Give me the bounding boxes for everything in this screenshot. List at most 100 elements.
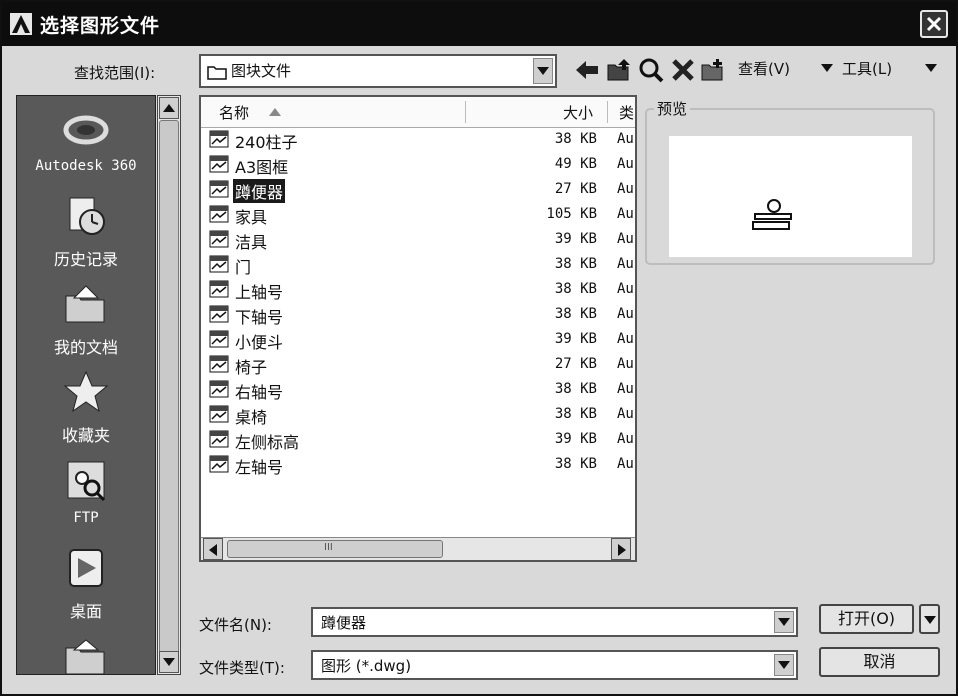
file-row[interactable]: 门 38 KB Au (201, 252, 635, 277)
file-row[interactable]: 上轴号 38 KB Au (201, 277, 635, 302)
file-row[interactable]: 小便斗 39 KB Au (201, 327, 635, 352)
tools-dropdown-icon[interactable] (925, 64, 937, 72)
search-web-icon[interactable] (638, 57, 664, 83)
filetype-value: 图形 (*.dwg) (321, 657, 412, 675)
folder-icon (65, 639, 105, 674)
close-button[interactable] (920, 10, 948, 38)
autodesk-360-icon (63, 115, 109, 145)
look-in-value: 图块文件 (231, 62, 292, 80)
chevron-left-icon (209, 544, 217, 556)
column-type[interactable]: 类 (619, 102, 634, 123)
file-row[interactable]: 右轴号 38 KB Au (201, 377, 635, 402)
file-row[interactable]: A3图框 49 KB Au (201, 152, 635, 177)
close-icon (926, 16, 942, 32)
column-separator[interactable] (607, 101, 608, 123)
file-type: Au (617, 306, 634, 322)
dwg-file-icon (209, 130, 229, 148)
new-folder-icon[interactable] (700, 57, 726, 83)
squat-toilet-preview-icon (752, 199, 792, 230)
chevron-down-icon (163, 658, 175, 666)
file-row[interactable]: 洁具 39 KB Au (201, 227, 635, 252)
file-type: Au (617, 381, 634, 397)
file-name: 小便斗 (235, 333, 284, 352)
filetype-dropdown-button[interactable] (774, 654, 794, 676)
file-name: A3图框 (235, 158, 289, 177)
dwg-file-icon (209, 405, 229, 423)
filename-combo[interactable]: 蹲便器 (311, 607, 798, 637)
file-size: 39 KB (554, 431, 597, 447)
file-row[interactable]: 蹲便器 27 KB Au (201, 177, 635, 203)
filename-input[interactable]: 蹲便器 (321, 612, 366, 633)
file-name: 家具 (235, 208, 268, 227)
dwg-file-icon (209, 230, 229, 248)
file-size: 38 KB (554, 256, 597, 272)
scroll-down-button[interactable] (159, 651, 179, 673)
file-name: 门 (235, 258, 252, 277)
filetype-combo[interactable]: 图形 (*.dwg) (311, 650, 798, 680)
place-favorites[interactable]: 收藏夹 (17, 370, 155, 446)
column-size[interactable]: 大小 (563, 102, 593, 123)
star-icon (63, 370, 109, 413)
file-name: 240柱子 (235, 133, 298, 152)
place-ftp[interactable]: FTP (17, 458, 155, 526)
place-history[interactable]: 历史记录 (17, 194, 155, 270)
look-in-combo[interactable]: 图块文件 (199, 54, 557, 88)
dwg-file-icon (209, 455, 229, 473)
file-row[interactable]: 左侧标高 39 KB Au (201, 427, 635, 452)
scroll-left-button[interactable] (203, 538, 223, 560)
file-type: Au (617, 156, 634, 172)
view-dropdown-icon[interactable] (821, 64, 833, 72)
look-in-dropdown-button[interactable] (533, 58, 553, 84)
file-row[interactable]: 桌椅 38 KB Au (201, 402, 635, 427)
scroll-right-button[interactable] (611, 538, 631, 560)
delete-icon[interactable] (670, 57, 696, 83)
file-name: 桌椅 (235, 408, 268, 427)
scroll-thumb[interactable] (159, 120, 179, 666)
ftp-folder-icon (67, 461, 106, 502)
up-folder-icon[interactable] (606, 57, 632, 83)
filename-dropdown-button[interactable] (774, 611, 794, 633)
hscroll-thumb[interactable]: III (227, 540, 443, 558)
place-more[interactable] (17, 634, 155, 674)
tools-menu[interactable]: 工具(L) (842, 58, 892, 79)
place-autodesk-360[interactable]: Autodesk 360 (17, 106, 155, 174)
place-desktop[interactable]: 桌面 (17, 546, 155, 622)
file-name: 蹲便器 (233, 179, 286, 203)
place-my-documents[interactable]: 我的文档 (17, 282, 155, 358)
cancel-button[interactable]: 取消 (819, 647, 940, 677)
file-size: 38 KB (554, 406, 597, 422)
file-size: 38 KB (554, 131, 597, 147)
file-row[interactable]: 椅子 27 KB Au (201, 352, 635, 377)
open-options-button[interactable] (919, 604, 940, 634)
dwg-file-icon (209, 155, 229, 173)
back-arrow-icon[interactable] (574, 57, 600, 83)
file-row[interactable]: 下轴号 38 KB Au (201, 302, 635, 327)
column-separator[interactable] (465, 101, 466, 123)
file-type: Au (617, 406, 634, 422)
scroll-up-button[interactable] (159, 97, 179, 119)
file-row[interactable]: 左轴号 38 KB Au (201, 452, 635, 477)
autocad-logo-icon (10, 13, 32, 35)
title-bar[interactable]: 选择图形文件 (2, 2, 956, 46)
dwg-file-icon (209, 305, 229, 323)
preview-label: 预览 (654, 98, 691, 119)
file-size: 38 KB (554, 281, 597, 297)
file-size: 38 KB (554, 306, 597, 322)
file-list-hscrollbar[interactable]: III (201, 537, 635, 560)
dwg-file-icon (209, 205, 229, 223)
file-name: 右轴号 (235, 383, 284, 402)
file-row[interactable]: 家具 105 KB Au (201, 202, 635, 227)
places-scrollbar[interactable] (157, 95, 181, 675)
file-list-header: 名称 大小 类 (201, 97, 635, 128)
file-row[interactable]: 240柱子 38 KB Au (201, 127, 635, 152)
view-menu[interactable]: 查看(V) (738, 58, 790, 79)
file-list[interactable]: 名称 大小 类 240柱子 38 KB Au A3图框 49 KB Au 蹲便器 27 KB A… (199, 95, 637, 562)
file-type: Au (617, 331, 634, 347)
chevron-right-icon (618, 544, 626, 556)
hscroll-grip: III (324, 542, 333, 553)
dwg-file-icon (209, 380, 229, 398)
select-drawing-file-dialog: 选择图形文件 查找范围(I): 图块文件 查看(V) 工具(L) Autodes… (0, 0, 958, 696)
open-button[interactable]: 打开(O) (819, 604, 914, 634)
column-name[interactable]: 名称 (219, 102, 249, 123)
desktop-icon (69, 549, 103, 587)
